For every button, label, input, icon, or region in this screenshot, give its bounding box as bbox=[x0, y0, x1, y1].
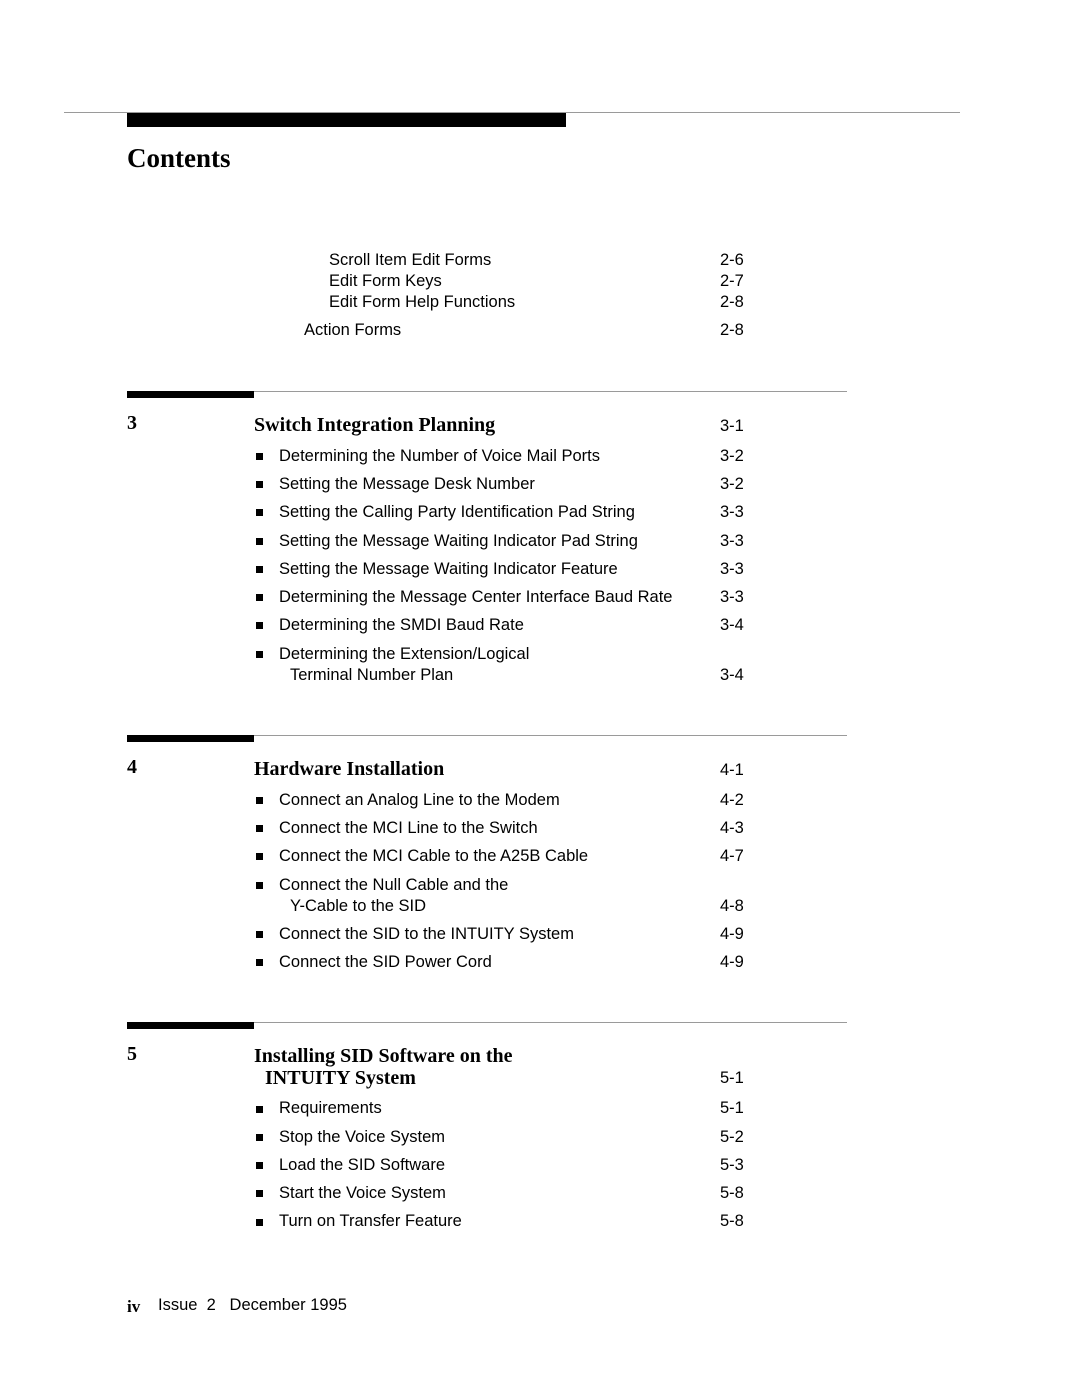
section-rule bbox=[254, 735, 847, 736]
toc-entry-label[interactable]: Requirements bbox=[279, 1098, 382, 1118]
footer-page-number: iv bbox=[127, 1297, 141, 1316]
toc-entry-label-continued[interactable]: Y-Cable to the SID bbox=[290, 896, 426, 916]
section-bar bbox=[127, 391, 254, 398]
bullet-icon bbox=[256, 594, 263, 601]
toc-entry-label[interactable]: Connect an Analog Line to the Modem bbox=[279, 790, 560, 810]
toc-entry-page[interactable]: 3-3 bbox=[720, 531, 744, 551]
toc-entry-page[interactable]: 4-3 bbox=[720, 818, 744, 838]
toc-entry-page[interactable]: 3-3 bbox=[720, 587, 744, 607]
bullet-icon bbox=[256, 853, 263, 860]
toc-entry-label[interactable]: Turn on Transfer Feature bbox=[279, 1211, 462, 1231]
toc-entry-label[interactable]: Connect the MCI Line to the Switch bbox=[279, 818, 538, 838]
toc-entry-label[interactable]: Determining the Number of Voice Mail Por… bbox=[279, 446, 600, 466]
bullet-icon bbox=[256, 622, 263, 629]
toc-entry-page[interactable]: 3-2 bbox=[720, 446, 744, 466]
bullet-icon bbox=[256, 931, 263, 938]
toc-entry-label[interactable]: Scroll Item Edit Forms bbox=[329, 250, 491, 270]
toc-entry-label[interactable]: Determining the Extension/Logical bbox=[279, 644, 529, 664]
toc-entry-label[interactable]: Determining the Message Center Interface… bbox=[279, 587, 672, 607]
chapter-page[interactable]: 4-1 bbox=[720, 760, 744, 780]
bullet-icon bbox=[256, 509, 263, 516]
chapter-title[interactable]: Hardware Installation bbox=[254, 758, 444, 780]
chapter-number: 5 bbox=[127, 1043, 137, 1065]
header-bar bbox=[127, 113, 566, 127]
toc-entry-page[interactable]: 5-8 bbox=[720, 1211, 744, 1231]
toc-entry-page[interactable]: 4-7 bbox=[720, 846, 744, 866]
section-rule bbox=[254, 391, 847, 392]
toc-entry-page[interactable]: 3-3 bbox=[720, 502, 744, 522]
toc-entry-page[interactable]: 5-8 bbox=[720, 1183, 744, 1203]
chapter-number: 4 bbox=[127, 756, 137, 778]
toc-entry-label[interactable]: Stop the Voice System bbox=[279, 1127, 445, 1147]
toc-entry-page[interactable]: 2-7 bbox=[720, 271, 744, 291]
toc-entry-page[interactable]: 2-8 bbox=[720, 320, 744, 340]
page-title: Contents bbox=[127, 143, 231, 173]
footer-issue-date: Issue 2 December 1995 bbox=[158, 1296, 347, 1314]
bullet-icon bbox=[256, 882, 263, 889]
toc-entry-page[interactable]: 5-2 bbox=[720, 1127, 744, 1147]
bullet-icon bbox=[256, 1106, 263, 1113]
chapter-title-continued[interactable]: INTUITY System bbox=[265, 1067, 416, 1089]
toc-entry-page[interactable]: 5-3 bbox=[720, 1155, 744, 1175]
toc-entry-label[interactable]: Edit Form Keys bbox=[329, 271, 442, 291]
bullet-icon bbox=[256, 797, 263, 804]
chapter-title[interactable]: Switch Integration Planning bbox=[254, 414, 495, 436]
toc-entry-label[interactable]: Determining the SMDI Baud Rate bbox=[279, 615, 524, 635]
toc-entry-label[interactable]: Setting the Calling Party Identification… bbox=[279, 502, 635, 522]
toc-entry-page[interactable]: 5-1 bbox=[720, 1098, 744, 1118]
toc-entry-page[interactable]: 4-9 bbox=[720, 952, 744, 972]
toc-entry-page[interactable]: 3-4 bbox=[720, 615, 744, 635]
bullet-icon bbox=[256, 651, 263, 658]
toc-entry-page[interactable]: 4-9 bbox=[720, 924, 744, 944]
bullet-icon bbox=[256, 481, 263, 488]
chapter-number: 3 bbox=[127, 412, 137, 434]
bullet-icon bbox=[256, 1134, 263, 1141]
toc-entry-page[interactable]: 2-6 bbox=[720, 250, 744, 270]
toc-entry-label[interactable]: Setting the Message Waiting Indicator Pa… bbox=[279, 531, 638, 551]
toc-entry-page[interactable]: 4-8 bbox=[720, 896, 744, 916]
bullet-icon bbox=[256, 1219, 263, 1226]
toc-entry-label[interactable]: Action Forms bbox=[304, 320, 401, 340]
toc-entry-label[interactable]: Edit Form Help Functions bbox=[329, 292, 515, 312]
toc-entry-label[interactable]: Connect the Null Cable and the bbox=[279, 875, 508, 895]
toc-entry-label[interactable]: Connect the SID Power Cord bbox=[279, 952, 492, 972]
bullet-icon bbox=[256, 566, 263, 573]
toc-entry-label-continued[interactable]: Terminal Number Plan bbox=[290, 665, 453, 685]
section-rule bbox=[254, 1022, 847, 1023]
bullet-icon bbox=[256, 1190, 263, 1197]
toc-entry-page[interactable]: 3-2 bbox=[720, 474, 744, 494]
bullet-icon bbox=[256, 959, 263, 966]
section-bar bbox=[127, 735, 254, 742]
bullet-icon bbox=[256, 1162, 263, 1169]
bullet-icon bbox=[256, 538, 263, 545]
chapter-title[interactable]: Installing SID Software on the bbox=[254, 1045, 513, 1067]
toc-entry-page[interactable]: 3-4 bbox=[720, 665, 744, 685]
toc-entry-label[interactable]: Connect the MCI Cable to the A25B Cable bbox=[279, 846, 588, 866]
toc-entry-label[interactable]: Setting the Message Desk Number bbox=[279, 474, 535, 494]
toc-entry-label[interactable]: Connect the SID to the INTUITY System bbox=[279, 924, 574, 944]
toc-entry-page[interactable]: 3-3 bbox=[720, 559, 744, 579]
bullet-icon bbox=[256, 825, 263, 832]
section-bar bbox=[127, 1022, 254, 1029]
toc-entry-page[interactable]: 4-2 bbox=[720, 790, 744, 810]
chapter-page[interactable]: 5-1 bbox=[720, 1068, 744, 1088]
toc-entry-label[interactable]: Setting the Message Waiting Indicator Fe… bbox=[279, 559, 618, 579]
toc-entry-label[interactable]: Load the SID Software bbox=[279, 1155, 445, 1175]
toc-entry-page[interactable]: 2-8 bbox=[720, 292, 744, 312]
chapter-page[interactable]: 3-1 bbox=[720, 416, 744, 436]
toc-entry-label[interactable]: Start the Voice System bbox=[279, 1183, 446, 1203]
bullet-icon bbox=[256, 453, 263, 460]
